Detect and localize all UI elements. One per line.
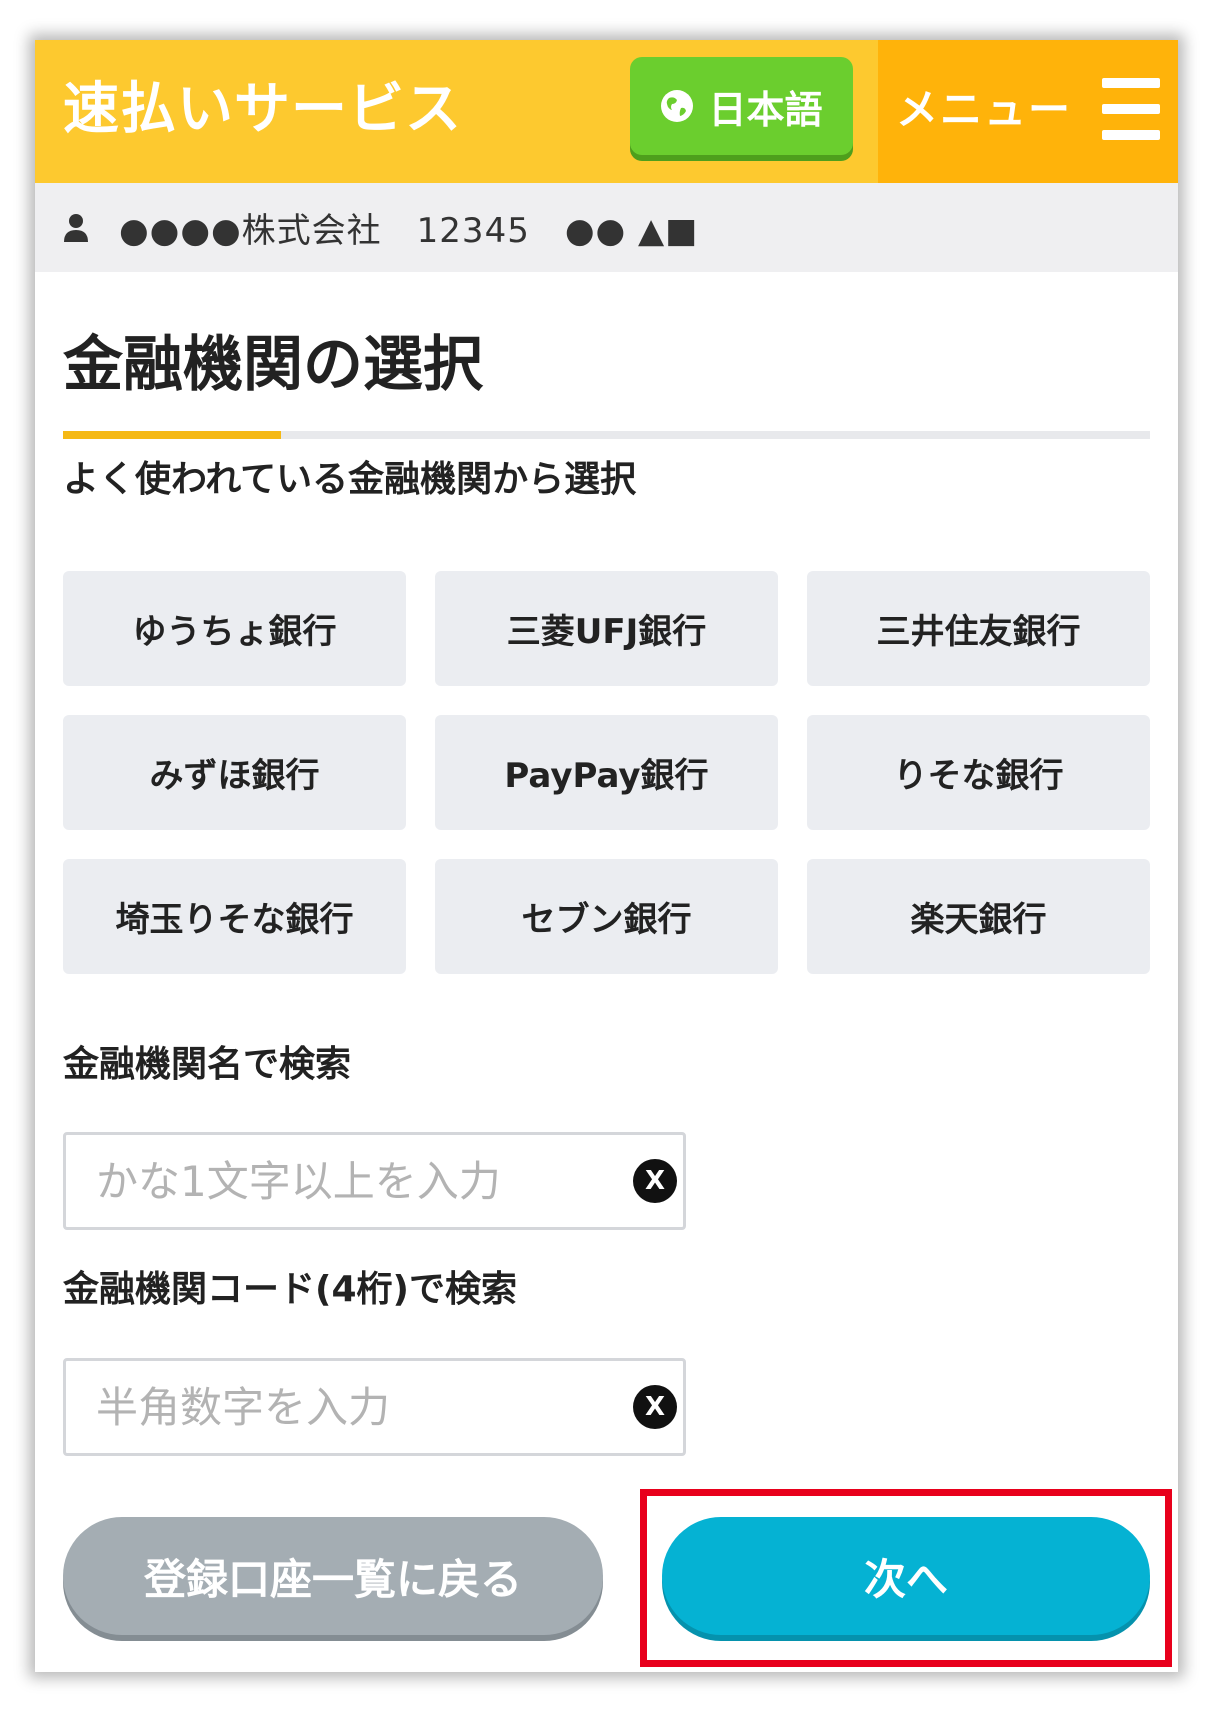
title-divider-accent	[63, 431, 281, 439]
globe-icon	[661, 90, 694, 122]
clear-name-button[interactable]: X	[633, 1159, 677, 1203]
bank-button-saitama-resona[interactable]: 埼玉りそな銀行	[63, 859, 406, 974]
page-title: 金融機関の選択	[63, 330, 483, 400]
search-by-name-label: 金融機関名で検索	[63, 1044, 352, 1085]
bank-button-yucho[interactable]: ゆうちょ銀行	[63, 571, 406, 686]
language-button[interactable]: 日本語	[630, 57, 853, 155]
language-label: 日本語	[708, 87, 823, 132]
bank-button-resona[interactable]: りそな銀行	[807, 715, 1150, 830]
user-info-bar: ●●●●株式会社 12345 ●● ▲■	[35, 183, 1178, 272]
menu-button[interactable]: メニュー	[878, 40, 1178, 183]
bank-button-rakuten[interactable]: 楽天銀行	[807, 859, 1150, 974]
bank-name-input[interactable]	[66, 1135, 626, 1227]
next-button-highlight	[640, 1489, 1172, 1667]
bank-code-input[interactable]	[66, 1361, 626, 1453]
menu-label: メニュー	[896, 85, 1073, 134]
search-by-code-label: 金融機関コード(4桁)で検索	[63, 1269, 517, 1310]
back-to-accounts-button[interactable]: 登録口座一覧に戻る	[63, 1517, 603, 1635]
clear-code-button[interactable]: X	[633, 1385, 677, 1429]
bank-button-seven[interactable]: セブン銀行	[435, 859, 778, 974]
bank-code-search-field: X	[63, 1358, 686, 1456]
app-frame: 速払いサービス 日本語 メニュー ●●●●株式会社 12345 ●● ▲■ 金融…	[35, 40, 1178, 1672]
header: 速払いサービス 日本語 メニュー	[35, 40, 1178, 183]
frequent-banks-label: よく使われている金融機関から選択	[63, 459, 637, 500]
user-icon	[64, 213, 88, 242]
app-title: 速払いサービス	[63, 77, 462, 142]
bank-button-mufg[interactable]: 三菱UFJ銀行	[435, 571, 778, 686]
bank-name-search-field: X	[63, 1132, 686, 1230]
hamburger-icon	[1102, 78, 1160, 140]
bank-button-smbc[interactable]: 三井住友銀行	[807, 571, 1150, 686]
bank-button-paypay[interactable]: PayPay銀行	[435, 715, 778, 830]
user-info-text: ●●●●株式会社 12345 ●● ▲■	[119, 211, 699, 251]
bank-button-mizuho[interactable]: みずほ銀行	[63, 715, 406, 830]
